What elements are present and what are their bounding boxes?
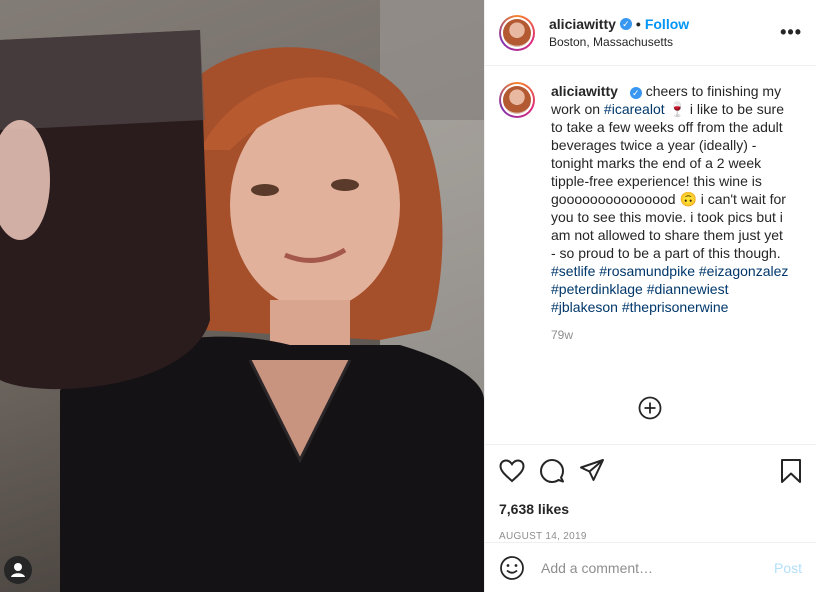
hashtag-link[interactable]: #peterdinklage <box>551 281 643 297</box>
post-header: aliciawitty ✓ • Follow Boston, Massachus… <box>485 0 816 66</box>
hashtag-link[interactable]: #jblakeson <box>551 299 618 315</box>
caption-avatar-image <box>503 86 531 114</box>
hashtag-link[interactable]: #setlife <box>551 263 595 279</box>
follow-button[interactable]: Follow <box>645 16 689 32</box>
caption: aliciawitty ✓ cheers to finishing my wor… <box>499 82 802 316</box>
post-side-panel: aliciawitty ✓ • Follow Boston, Massachus… <box>484 0 816 592</box>
upside-down-emoji: 🙃 <box>679 191 697 207</box>
caption-username[interactable]: aliciawitty <box>551 83 618 99</box>
add-comment-bar: Post <box>485 542 816 592</box>
bookmark-icon[interactable] <box>780 458 802 484</box>
avatar[interactable] <box>499 14 535 51</box>
caption-text: aliciawitty ✓ cheers to finishing my wor… <box>551 82 791 316</box>
avatar-frame <box>501 16 533 49</box>
avatar-image <box>503 18 531 47</box>
separator-dot: • <box>635 16 641 32</box>
action-icons <box>499 457 802 485</box>
heart-icon[interactable] <box>499 459 525 483</box>
verified-badge-icon: ✓ <box>619 18 632 30</box>
user-icon <box>11 563 25 577</box>
likes-count[interactable]: 7,638 likes <box>499 501 802 517</box>
location-link[interactable]: Boston, Massachusetts <box>549 35 780 49</box>
more-options-button[interactable]: ••• <box>780 22 802 43</box>
post-date: AUGUST 14, 2019 <box>499 531 587 542</box>
wine-emoji: 🍷 <box>668 101 686 117</box>
smiley-icon[interactable] <box>499 555 525 581</box>
instagram-post: aliciawitty ✓ • Follow Boston, Massachus… <box>0 0 816 592</box>
post-actions: 7,638 likes AUGUST 14, 2019 <box>485 444 816 542</box>
caption-avatar-frame <box>501 84 533 116</box>
hashtag-link[interactable]: #icarealot <box>604 101 665 117</box>
comments-area: aliciawitty ✓ cheers to finishing my wor… <box>485 66 816 444</box>
photo-illustration <box>0 0 484 592</box>
header-info: aliciawitty ✓ • Follow Boston, Massachus… <box>549 16 780 49</box>
hashtag-link[interactable]: #eizagonzalez <box>699 263 789 279</box>
header-username[interactable]: aliciawitty <box>549 16 616 32</box>
post-photo[interactable] <box>0 0 484 592</box>
hashtag-link[interactable]: #theprisonerwine <box>622 299 729 315</box>
paper-plane-icon[interactable] <box>579 458 605 484</box>
header-username-row: aliciawitty ✓ • Follow <box>549 16 780 32</box>
post-comment-button[interactable]: Post <box>774 560 802 576</box>
plus-circle-icon[interactable] <box>638 396 662 420</box>
hashtag-link[interactable]: #rosamundpike <box>599 263 695 279</box>
caption-avatar[interactable] <box>499 82 535 118</box>
verified-badge-icon: ✓ <box>629 87 642 99</box>
comment-bubble-icon[interactable] <box>539 458 565 484</box>
hashtag-link[interactable]: #diannewiest <box>647 281 729 297</box>
user-tags-button[interactable] <box>4 556 32 584</box>
caption-age[interactable]: 79w <box>551 328 802 342</box>
comment-input[interactable] <box>539 558 774 577</box>
